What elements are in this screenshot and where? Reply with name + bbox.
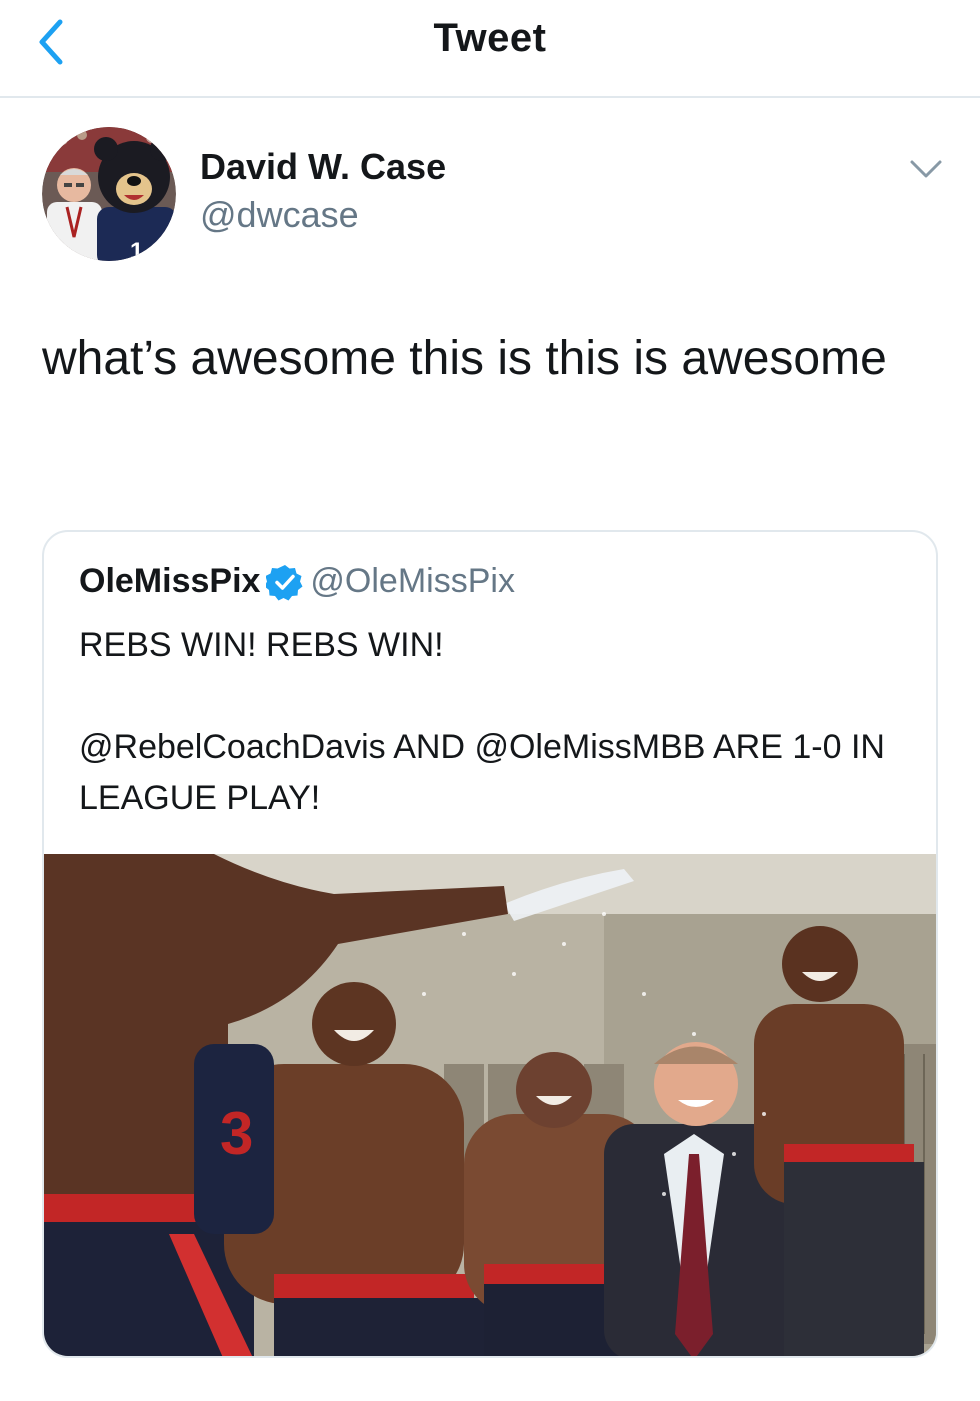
- quoted-tweet-text: REBS WIN! REBS WIN! @RebelCoachDavis AND…: [79, 620, 909, 824]
- quoted-author-handle: @OleMissPix: [310, 562, 515, 600]
- quoted-tweet-line: @RebelCoachDavis AND @OleMissMBB ARE 1-0…: [79, 728, 885, 817]
- verified-badge-icon: [266, 564, 303, 600]
- top-nav-bar: Tweet: [0, 0, 980, 98]
- page-title: Tweet: [433, 16, 547, 60]
- chevron-down-icon[interactable]: [906, 154, 946, 184]
- quoted-tweet-line: REBS WIN! REBS WIN!: [79, 626, 444, 664]
- svg-text:3: 3: [220, 1100, 253, 1167]
- quoted-author-name: OleMissPix: [79, 562, 261, 600]
- author-name[interactable]: David W. Case: [200, 146, 446, 188]
- quoted-tweet-header: OleMissPix @OleMissPix: [79, 562, 515, 606]
- quoted-tweet-photo[interactable]: 3: [44, 854, 938, 1358]
- author-handle[interactable]: @dwcase: [200, 194, 359, 236]
- avatar[interactable]: 1: [42, 127, 176, 261]
- quoted-tweet-card[interactable]: OleMissPix @OleMissPix REBS WIN! REBS WI…: [42, 530, 938, 1358]
- tweet-text: what’s awesome this is this is awesome: [42, 332, 887, 385]
- svg-text:1: 1: [130, 238, 143, 261]
